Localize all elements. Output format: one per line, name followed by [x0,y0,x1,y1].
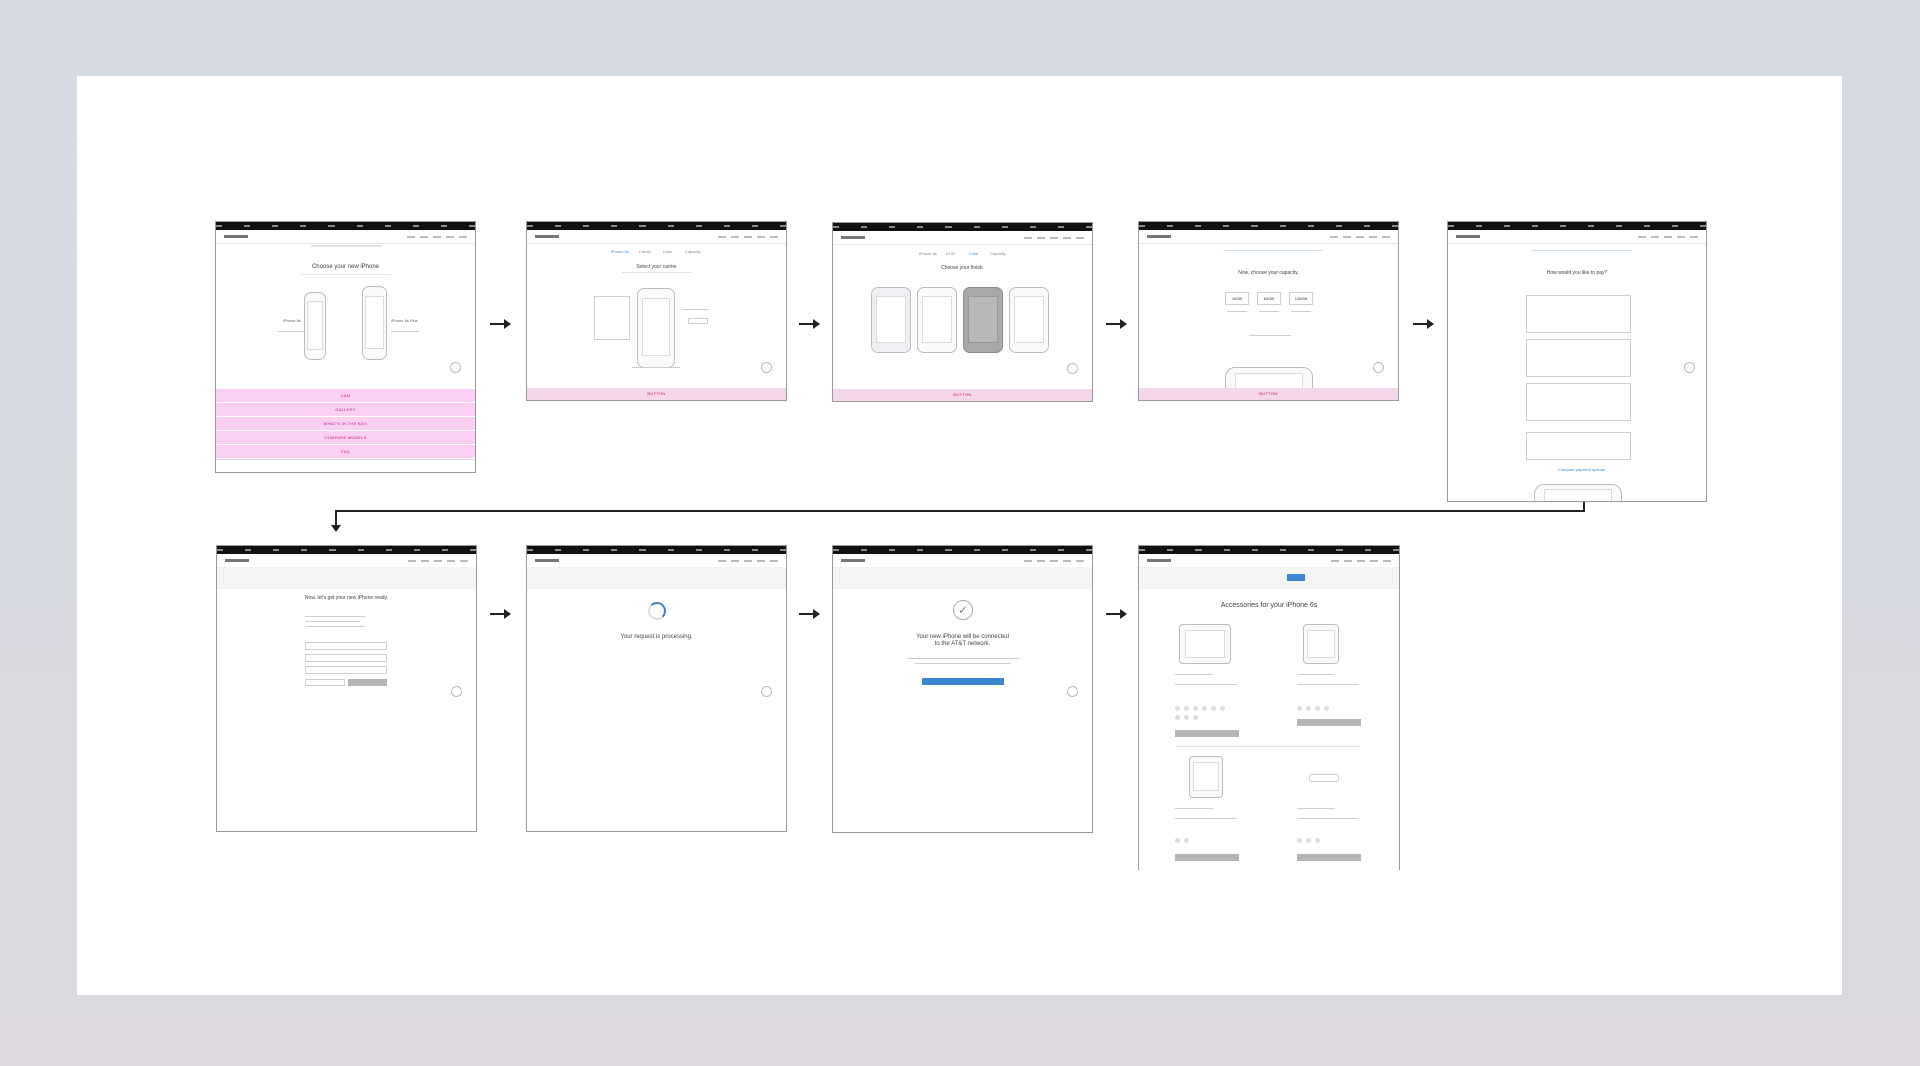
flow-connector [335,510,1585,512]
add-to-bag-button[interactable] [1297,719,1361,726]
order-summary [217,567,476,589]
continue-button[interactable] [348,679,387,686]
tab-model[interactable]: iPhone 6s [611,249,629,254]
flow-arrowhead [331,525,341,532]
add-to-bag-button[interactable] [1297,854,1361,861]
iphone-6s-image [304,292,326,360]
global-nav [216,222,475,230]
title-line-1: Your new iPhone will be connected [916,634,1009,640]
status-message: Your request is processing. [620,634,693,640]
finish-option-3[interactable] [963,287,1003,353]
iphone-6s-plus-image [362,286,387,360]
back-button[interactable] [305,679,345,686]
tab-color[interactable]: Color [663,249,673,254]
page-title: Choose your new iPhone [311,264,380,270]
checkout-button[interactable] [1287,574,1305,581]
chat-icon[interactable] [761,686,772,697]
screen-choose-capacity: Now, choose your capacity. 16GB 64GB 128… [1138,221,1399,401]
screen-select-carrier: iPhone 6s Carrier Color Capacity Select … [526,221,787,401]
order-summary [527,567,786,589]
add-to-bag-button[interactable] [1175,730,1239,737]
flow-arrow [490,319,511,329]
menu-item-gallery[interactable]: GALLERY [216,403,475,417]
order-summary [833,567,1092,589]
page-title: Accessories for your iPhone 6s [1220,602,1318,609]
screen-choose-iphone: Choose your new iPhone iPhone 6s iPhone … [215,221,476,473]
chat-icon[interactable] [1373,362,1384,373]
screen-accessories: Accessories for your iPhone 6s [1138,545,1400,870]
loading-spinner-icon [648,602,666,620]
chat-icon[interactable] [451,686,462,697]
menu-item-box[interactable]: WHAT'S IN THE BOX [216,417,475,431]
model-a-label[interactable]: iPhone 6s [283,318,301,323]
finish-option-1[interactable] [871,287,911,353]
battery-case-image [1189,756,1223,798]
phone-field[interactable] [305,666,387,674]
carrier-button[interactable] [688,318,708,324]
flow-arrow [799,319,820,329]
page-title: Select your carrier [636,264,677,270]
payment-option-2[interactable] [1526,339,1631,377]
bottom-button[interactable]: BUTTON [833,389,1092,401]
carrier-grid[interactable] [594,296,630,340]
bottom-button[interactable]: BUTTON [1139,388,1398,400]
flow-arrow [1106,609,1127,619]
bottom-button[interactable]: BUTTON [527,388,786,400]
tab-carrier[interactable]: Carrier [639,249,651,254]
order-summary [1139,567,1399,589]
tab-color[interactable]: Color [969,251,979,256]
leather-case-image [1303,624,1339,664]
chat-icon[interactable] [761,362,772,373]
menu-item-faq[interactable]: FAQ [216,445,475,459]
menu-item-compare[interactable]: COMPARE MODELS [216,431,475,445]
flow-arrow [490,609,511,619]
payment-option-4[interactable] [1526,432,1631,460]
continue-button[interactable] [922,678,1004,685]
flow-arrow [1413,319,1434,329]
screen-connected: ✓ Your new iPhone will be connected to t… [832,545,1093,833]
menu-item-cam[interactable]: CAM [216,389,475,403]
chat-icon[interactable] [1067,363,1078,374]
chat-icon[interactable] [450,362,461,373]
tab-capacity[interactable]: Capacity [685,249,701,254]
product-subnav [216,230,475,244]
page-title: Choose your finish. [941,265,984,271]
flow-canvas: Choose your new iPhone iPhone 6s iPhone … [77,76,1842,995]
page-title: How would you like to pay? [1546,270,1608,276]
screen-processing: Your request is processing. [526,545,787,832]
chat-icon[interactable] [1067,686,1078,697]
iphone-preview [1534,484,1622,501]
title-line-2: to the AT&T network. [934,641,991,647]
chat-icon[interactable] [1684,362,1695,373]
tab-carrier[interactable]: AT&T [946,251,956,256]
screen-get-ready: Now, let's get your new iPhone ready. [216,545,477,832]
page-title: Now, let's get your new iPhone ready. [304,595,389,601]
name-field[interactable] [305,642,387,650]
capacity-128[interactable]: 128GB [1289,292,1313,305]
payment-option-1[interactable] [1526,295,1631,333]
flow-arrow [799,609,820,619]
payment-option-3[interactable] [1526,383,1631,421]
tab-model[interactable]: iPhone 6s [919,251,937,256]
page-title: Now, choose your capacity. [1238,270,1299,276]
finish-option-2[interactable] [917,287,957,353]
finish-option-4[interactable] [1009,287,1049,353]
flow-arrow [1106,319,1127,329]
compare-payment-link[interactable]: Compare payment options [1558,467,1605,472]
check-icon: ✓ [953,600,973,620]
email-field[interactable] [305,654,387,662]
capacity-64[interactable]: 64GB [1257,292,1281,305]
silicone-case-image [1179,624,1231,664]
screen-payment: How would you like to pay? Compare payme… [1447,221,1707,502]
add-to-bag-button[interactable] [1175,854,1239,861]
section-menu: CAM GALLERY WHAT'S IN THE BOX COMPARE MO… [216,389,475,460]
screen-choose-finish: iPhone 6s AT&T Color Capacity Choose you… [832,222,1093,402]
capacity-16[interactable]: 16GB [1225,292,1249,305]
model-b-label[interactable]: iPhone 6s Plus [391,318,418,323]
lightning-dock-image [1309,774,1339,782]
iphone-image [637,288,675,368]
tab-capacity[interactable]: Capacity [990,251,1006,256]
